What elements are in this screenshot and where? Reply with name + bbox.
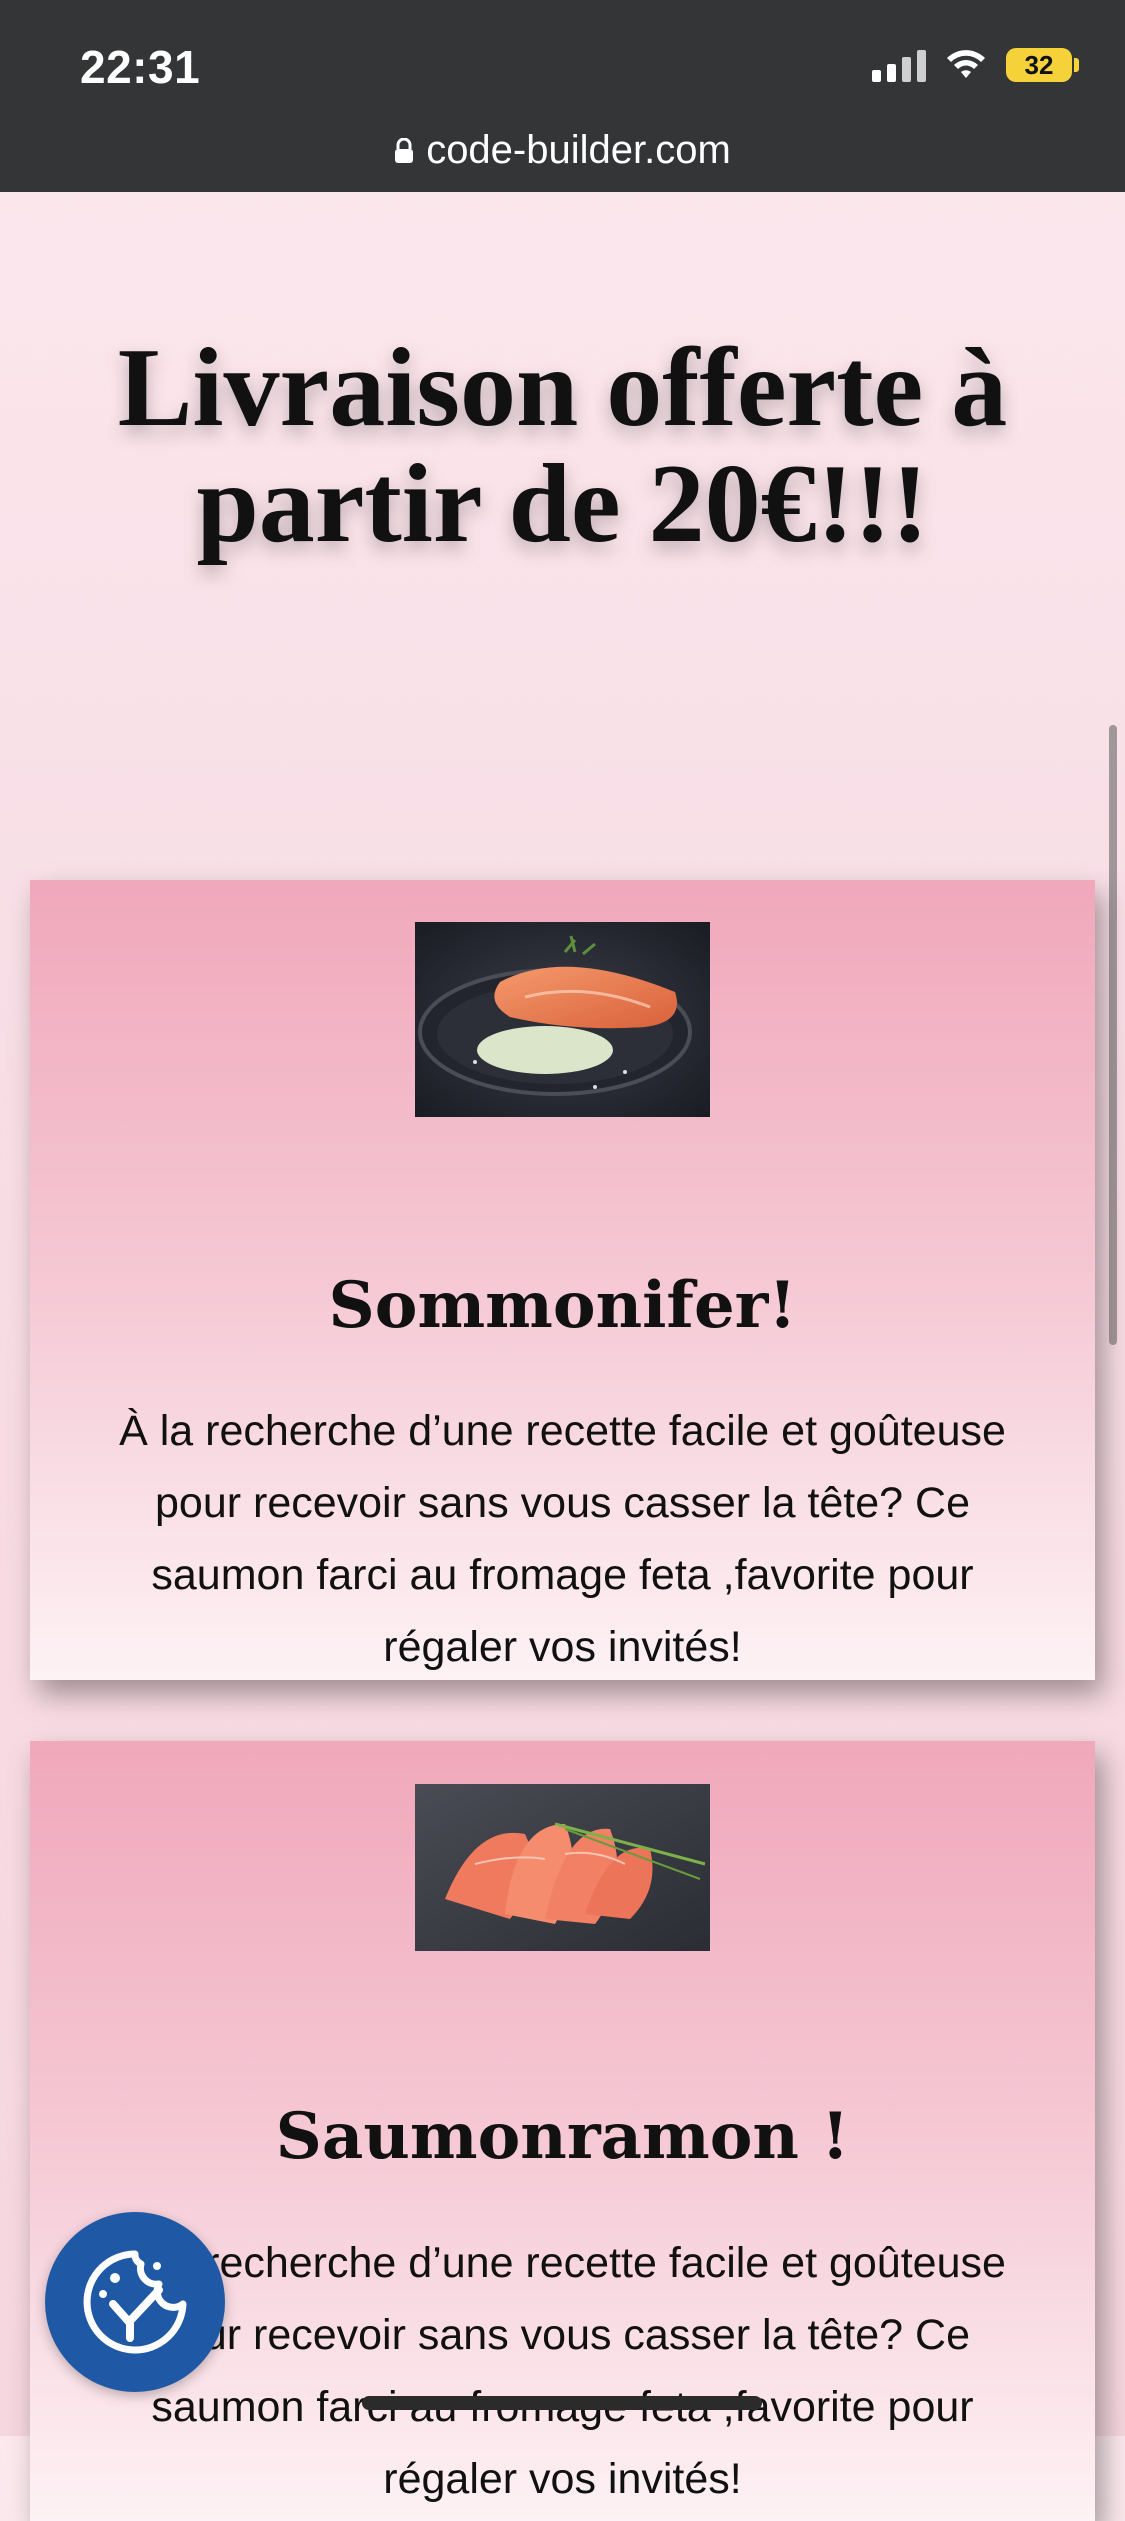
browser-chrome: 22:31 32 code-builder.com bbox=[0, 0, 1125, 192]
card-title: Saumonramon ! bbox=[275, 2099, 850, 2175]
status-indicators: 32 bbox=[872, 48, 1079, 82]
card-description: À la recherche d’une recette facile et g… bbox=[119, 1407, 1006, 1671]
signal-icon bbox=[872, 48, 926, 82]
battery-indicator: 32 bbox=[1006, 48, 1079, 82]
battery-level: 32 bbox=[1006, 48, 1072, 82]
cookie-consent-icon bbox=[83, 2250, 187, 2354]
card-description: À la recherche d’une recette facile et g… bbox=[119, 2239, 1006, 2503]
url-text: code-builder.com bbox=[426, 128, 731, 172]
product-card: Sommonifer! À la recherche d’une recette… bbox=[30, 880, 1095, 1680]
home-indicator[interactable] bbox=[362, 2396, 762, 2410]
lock-icon bbox=[394, 137, 414, 164]
card-title: Sommonifer! bbox=[328, 1268, 797, 1344]
cookie-consent-button[interactable] bbox=[45, 2212, 225, 2392]
salmon-fillet-image bbox=[415, 922, 710, 1117]
scrollbar[interactable] bbox=[1109, 725, 1117, 1345]
wifi-icon bbox=[944, 48, 988, 82]
page-title: Livraison offerte à partir de 20€!!! bbox=[117, 326, 1008, 567]
address-bar[interactable]: code-builder.com bbox=[0, 128, 1125, 173]
smoked-salmon-image bbox=[415, 1784, 710, 1951]
status-time: 22:31 bbox=[80, 41, 201, 93]
